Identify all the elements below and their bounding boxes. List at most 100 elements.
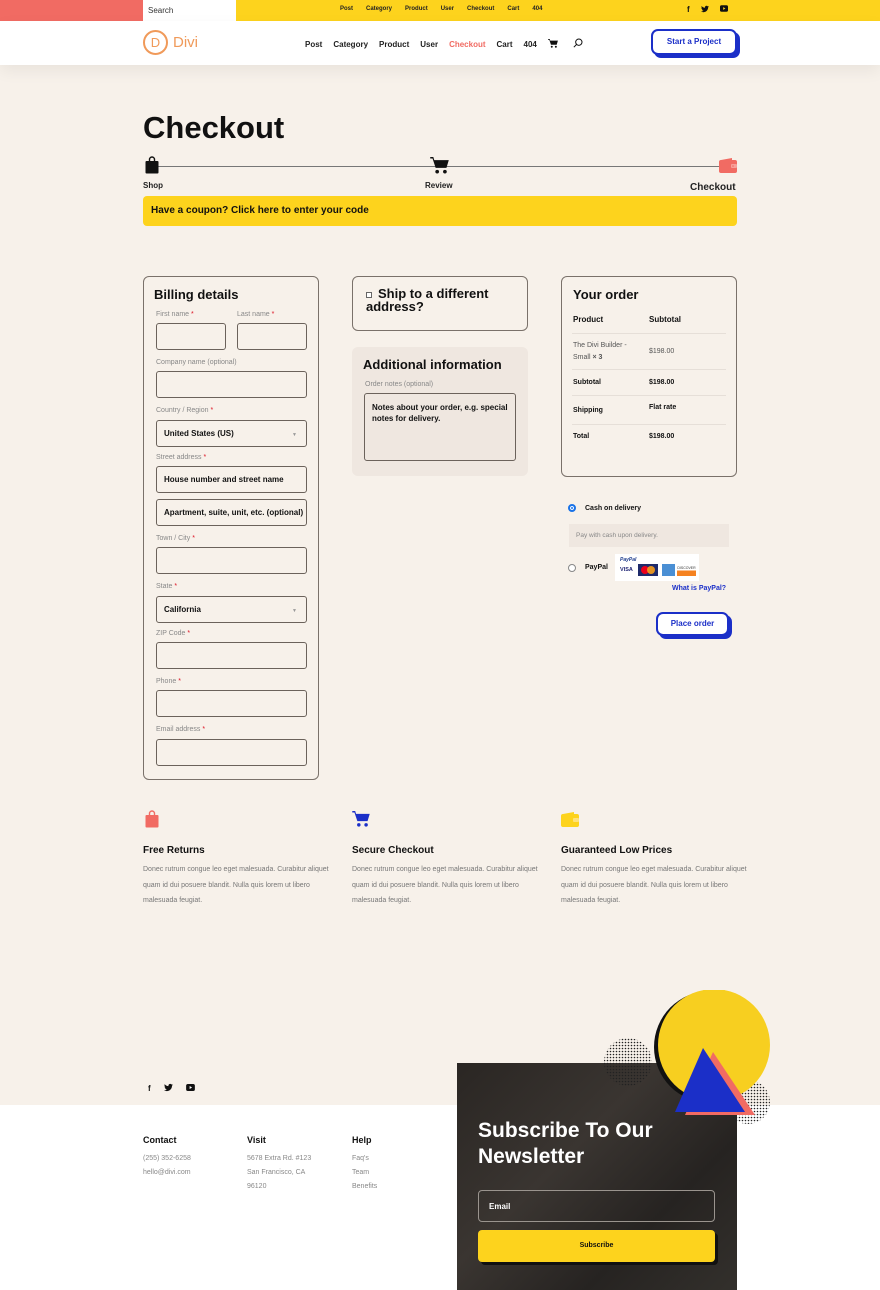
company-input[interactable] [156, 371, 307, 398]
city-input[interactable] [156, 547, 307, 574]
order-notes-label: Order notes (optional) [365, 381, 434, 388]
zip-label: ZIP Code * [156, 630, 190, 637]
divider [572, 395, 726, 396]
page-title: Checkout [143, 110, 285, 145]
top-link-cart[interactable]: Cart [507, 6, 519, 12]
main-nav: D Divi Post Category Product User Checko… [0, 21, 880, 65]
top-link-checkout[interactable]: Checkout [467, 6, 494, 12]
nav-item-category[interactable]: Category [333, 40, 368, 49]
feature-title: Secure Checkout [352, 845, 434, 856]
subtotal-value: $198.00 [649, 379, 675, 386]
logo[interactable]: D Divi [143, 30, 198, 55]
chevron-down-icon: ▼ [292, 608, 297, 614]
country-label: Country / Region * [156, 407, 213, 414]
order-item-price: $198.00 [649, 348, 675, 355]
feature-text: Donec rutrum congue leo eget malesuada. … [143, 866, 329, 904]
top-bar-accent [0, 0, 143, 21]
footer-email[interactable]: hello@divi.com [143, 1166, 191, 1180]
paypal-radio[interactable] [568, 564, 576, 572]
start-project-button[interactable]: Start a Project [651, 29, 737, 55]
country-select[interactable]: United States (US) ▼ [156, 420, 307, 447]
label-text: Town / City [156, 535, 191, 542]
search-icon[interactable] [573, 38, 583, 50]
footer-address-line: 5678 Extra Rd. #123 [247, 1155, 312, 1162]
order-item-name: The Divi Builder - Small × 3 [573, 340, 641, 364]
phone-input[interactable] [156, 690, 307, 717]
cart-icon[interactable] [547, 38, 558, 50]
ship-different-card: Ship to a different address? [352, 276, 528, 331]
paypal-label[interactable]: PayPal [585, 564, 608, 571]
zip-input[interactable] [156, 642, 307, 669]
newsletter-email-input[interactable]: Email [478, 1190, 715, 1222]
state-value: California [164, 605, 201, 614]
mastercard-icon [638, 564, 658, 576]
state-select[interactable]: California ▼ [156, 596, 307, 623]
subscribe-button[interactable]: Subscribe [478, 1230, 715, 1262]
footer-link-team[interactable]: Team [352, 1166, 369, 1180]
place-order-button[interactable]: Place order [656, 612, 729, 636]
footer-phone[interactable]: (255) 352-6258 [143, 1152, 191, 1166]
discover-icon: DISCOVER [677, 564, 696, 576]
youtube-icon[interactable] [719, 5, 728, 15]
top-link-user[interactable]: User [441, 6, 454, 12]
feature-title: Guaranteed Low Prices [561, 845, 673, 856]
nav-item-product[interactable]: Product [379, 40, 409, 49]
top-link-product[interactable]: Product [405, 6, 428, 12]
cart-icon [430, 157, 449, 174]
what-is-paypal-link[interactable]: What is PayPal? [672, 585, 726, 592]
last-name-label: Last name * [237, 311, 274, 318]
required-mark: * [271, 311, 275, 318]
order-title: Your order [573, 287, 639, 302]
order-notes-textarea[interactable]: Notes about your order, e.g. special not… [364, 393, 516, 461]
nav-item-checkout[interactable]: Checkout [449, 40, 485, 49]
label-text: Phone [156, 678, 177, 685]
item-qty: × 3 [592, 354, 603, 361]
label-text: Last name [237, 311, 270, 318]
youtube-icon[interactable] [185, 1084, 195, 1093]
company-label: Company name (optional) [156, 359, 237, 366]
required-mark: * [178, 678, 181, 685]
footer [0, 1105, 880, 1290]
street-address-2-input[interactable]: Apartment, suite, unit, etc. (optional) [156, 499, 307, 526]
shopping-bag-icon [145, 156, 159, 174]
step-label: Shop [143, 181, 163, 190]
twitter-icon[interactable] [163, 1083, 173, 1094]
footer-link-faqs[interactable]: Faq's [352, 1152, 369, 1166]
step-label: Checkout [690, 182, 736, 193]
total-value: $198.00 [649, 433, 675, 440]
cod-description: Pay with cash upon delivery. [569, 524, 729, 547]
nav-item-404[interactable]: 404 [524, 40, 537, 49]
facebook-icon[interactable]: f [148, 1084, 151, 1093]
divider [572, 424, 726, 425]
top-links: Post Category Product User Checkout Cart… [340, 6, 542, 12]
label-text: State [156, 583, 173, 590]
street-address-1-input[interactable]: House number and street name [156, 466, 307, 493]
email-input[interactable] [156, 739, 307, 766]
nav-item-cart[interactable]: Cart [497, 40, 513, 49]
first-name-input[interactable] [156, 323, 226, 350]
twitter-icon[interactable] [700, 5, 709, 15]
footer-link-benefits[interactable]: Benefits [352, 1180, 377, 1194]
feature-text: Donec rutrum congue leo eget malesuada. … [352, 866, 538, 904]
footer-heading: Help [352, 1135, 372, 1145]
label-text: ZIP Code [156, 630, 186, 637]
nav-item-user[interactable]: User [420, 40, 438, 49]
divider [572, 333, 726, 334]
your-order-card: Your order Product Subtotal The Divi Bui… [561, 276, 737, 477]
last-name-input[interactable] [237, 323, 307, 350]
top-link-post[interactable]: Post [340, 6, 353, 12]
coupon-banner[interactable]: Have a coupon? Click here to enter your … [143, 196, 737, 226]
cod-label[interactable]: Cash on delivery [585, 505, 641, 512]
top-link-404[interactable]: 404 [532, 6, 542, 12]
nav-menu: Post Category Product User Checkout Cart… [305, 38, 583, 50]
required-mark: * [203, 454, 207, 461]
first-name-label: First name * [156, 311, 194, 318]
paypal-logo-icon: PayPal [620, 557, 637, 563]
top-link-category[interactable]: Category [366, 6, 392, 12]
search-input[interactable]: Search [143, 0, 236, 21]
nav-item-post[interactable]: Post [305, 40, 322, 49]
cod-radio[interactable] [568, 504, 576, 512]
country-value: United States (US) [164, 429, 234, 438]
ship-different-label[interactable]: Ship to a different address? [366, 287, 521, 313]
facebook-icon[interactable]: f [687, 5, 690, 15]
